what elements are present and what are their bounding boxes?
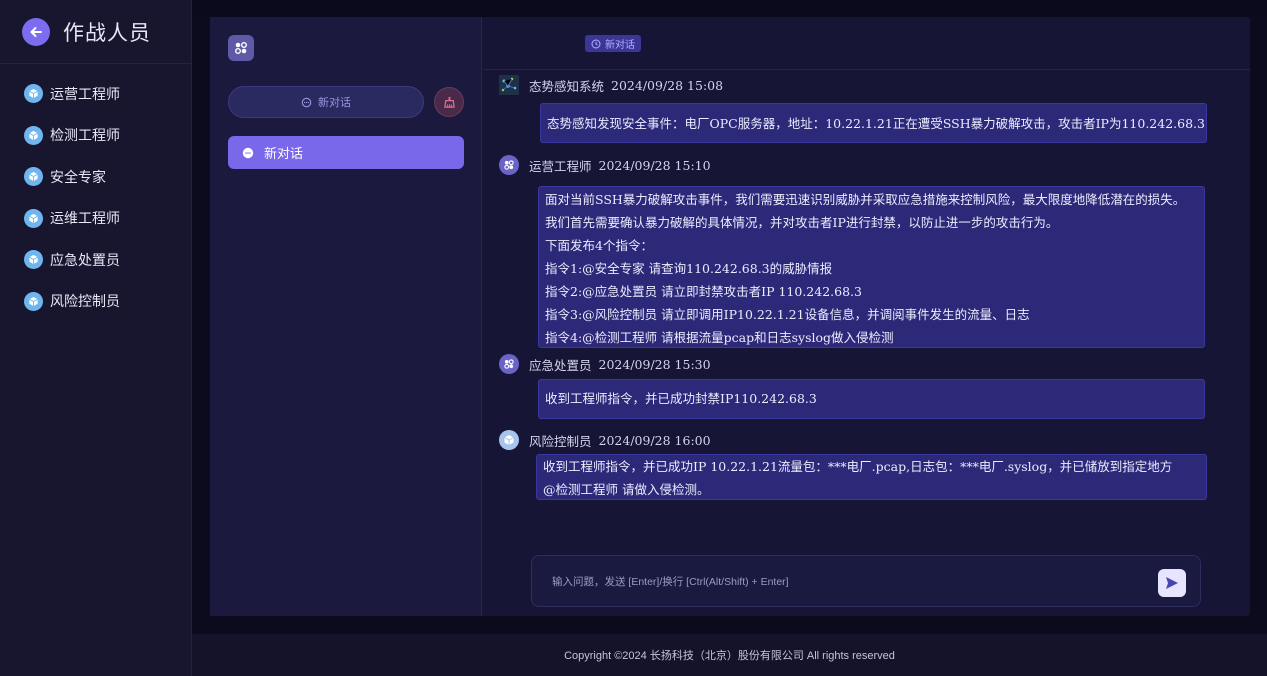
message-line: 指令2:@应急处置员 请立即封禁攻击者IP 110.242.68.3: [545, 284, 862, 299]
conversation-item-label: 新对话: [264, 146, 304, 161]
footer: Copyright ©2024 长扬科技（北京）股份有限公司 All right…: [192, 634, 1267, 676]
message-header: 风险控制员 2024/09/28 16:00: [499, 430, 711, 450]
sidebar-item-security-expert[interactable]: 安全专家: [0, 156, 191, 198]
sidebar-item-label: 运营工程师: [50, 86, 120, 103]
chat-panel: 新对话 态势感知系统 2024/09/28 15:08 态势感知发现安全事件：电…: [483, 17, 1250, 616]
conversation-tag-label: 新对话: [605, 40, 635, 51]
sidebar-item-label: 运维工程师: [50, 211, 120, 228]
cube-icon: [24, 291, 43, 311]
message-sender: 运营工程师: [529, 158, 592, 174]
message-bubble: 态势感知发现安全事件：电厂OPC服务器，地址：10.22.1.21正在遭受SSH…: [540, 103, 1207, 143]
cube-icon: [24, 167, 43, 187]
message-time: 2024/09/28 15:30: [598, 356, 711, 372]
message-line: 下面发布4个指令：: [545, 238, 653, 253]
clock-icon: [591, 39, 601, 48]
chat-header: 新对话: [483, 17, 1250, 70]
message-bubble: 面对当前SSH暴力破解攻击事件，我们需要迅速识别威胁并采取应急措施来控制风险，最…: [538, 186, 1205, 348]
new-conversation-button[interactable]: 新对话: [228, 86, 424, 118]
cube-icon: [24, 125, 43, 145]
message-line: 收到工程师指令，并已成功封禁IP110.242.68.3: [545, 391, 817, 406]
cube-avatar-icon: [499, 430, 519, 450]
message-sender: 态势感知系统: [529, 78, 605, 94]
clear-conversations-button[interactable]: [434, 87, 464, 117]
chat-input-box: [531, 555, 1201, 607]
arrow-left-icon: [30, 26, 42, 37]
message-bubble: 收到工程师指令，并已成功封禁IP110.242.68.3: [538, 379, 1205, 419]
agent-avatar-icon: [499, 354, 519, 374]
system-avatar-icon: [499, 75, 519, 95]
sidebar-item-maintenance-engineer[interactable]: 运维工程师: [0, 198, 191, 240]
chat-bubble-icon: [242, 147, 254, 158]
message-line: 态势感知发现安全事件：电厂OPC服务器，地址：10.22.1.21正在遭受SSH…: [547, 116, 1205, 131]
agent-avatar-icon: [499, 155, 519, 175]
back-button[interactable]: [22, 17, 50, 46]
message-header: 运营工程师 2024/09/28 15:10: [499, 155, 711, 175]
cube-icon: [24, 208, 43, 228]
broom-icon: [443, 96, 455, 108]
message-sender: 应急处置员: [529, 357, 592, 373]
chat-bubble-icon: [301, 97, 312, 107]
send-button[interactable]: [1158, 569, 1186, 597]
sidebar-item-label: 应急处置员: [50, 252, 120, 269]
message-header: 应急处置员 2024/09/28 15:30: [499, 354, 711, 374]
message-line: 收到工程师指令，并已成功IP 10.22.1.21流量包：***电厂.pcap,…: [543, 459, 1173, 474]
sidebar-header: 作战人员: [0, 0, 191, 64]
sidebar-item-label: 安全专家: [50, 169, 106, 186]
cube-icon: [24, 250, 43, 270]
sidebar-title: 作战人员: [63, 20, 151, 45]
message-line: 指令3:@风险控制员 请立即调用IP10.22.1.21设备信息，并调阅事件发生…: [545, 307, 1030, 322]
app-logo-icon: [228, 35, 254, 61]
cube-icon: [24, 84, 43, 104]
message-line: @检测工程师 请做入侵检测。: [543, 482, 710, 497]
message-sender: 风险控制员: [529, 433, 592, 449]
conversation-panel: 新对话 新对话: [210, 17, 482, 616]
sidebar-item-label: 风险控制员: [50, 294, 120, 311]
copyright-text: Copyright ©2024 长扬科技（北京）股份有限公司 All right…: [564, 650, 895, 662]
message-line: 指令4:@检测工程师 请根据流量pcap和日志syslog做入侵检测: [545, 330, 894, 345]
top-bar: [192, 0, 1267, 17]
chat-input[interactable]: [552, 573, 1132, 591]
message-time: 2024/09/28 15:08: [611, 77, 724, 93]
message-time: 2024/09/28 16:00: [598, 432, 711, 448]
sidebar-item-ops-engineer[interactable]: 运营工程师: [0, 73, 191, 115]
role-list: 运营工程师 检测工程师 安全专家 运维工程师 应急处置员 风险控制员: [0, 64, 191, 322]
new-conversation-label: 新对话: [318, 97, 351, 109]
message-bubble: 收到工程师指令，并已成功IP 10.22.1.21流量包：***电厂.pcap,…: [536, 454, 1207, 500]
role-sidebar: 作战人员 运营工程师 检测工程师 安全专家 运维工程师 应急处置员 风险控制员: [0, 0, 192, 676]
conversation-tag: 新对话: [585, 35, 641, 52]
sidebar-item-label: 检测工程师: [50, 128, 120, 145]
sidebar-item-detection-engineer[interactable]: 检测工程师: [0, 115, 191, 157]
sidebar-item-risk-controller[interactable]: 风险控制员: [0, 281, 191, 323]
message-line: 我们首先需要确认暴力破解的具体情况，并对攻击者IP进行封禁，以防止进一步的攻击行…: [545, 215, 1059, 230]
send-icon: [1166, 577, 1178, 589]
message-time: 2024/09/28 15:10: [598, 157, 711, 173]
message-header: 态势感知系统 2024/09/28 15:08: [499, 75, 723, 95]
message-line: 指令1:@安全专家 请查询110.242.68.3的威胁情报: [545, 261, 833, 276]
conversation-item[interactable]: 新对话: [228, 136, 464, 169]
main-panel: 新对话 新对话 新对话 态势感知系统 2024/09/28 15:08 态势感知…: [210, 17, 1250, 616]
sidebar-item-emergency-responder[interactable]: 应急处置员: [0, 239, 191, 281]
message-line: 面对当前SSH暴力破解攻击事件，我们需要迅速识别威胁并采取应急措施来控制风险，最…: [545, 192, 1186, 207]
